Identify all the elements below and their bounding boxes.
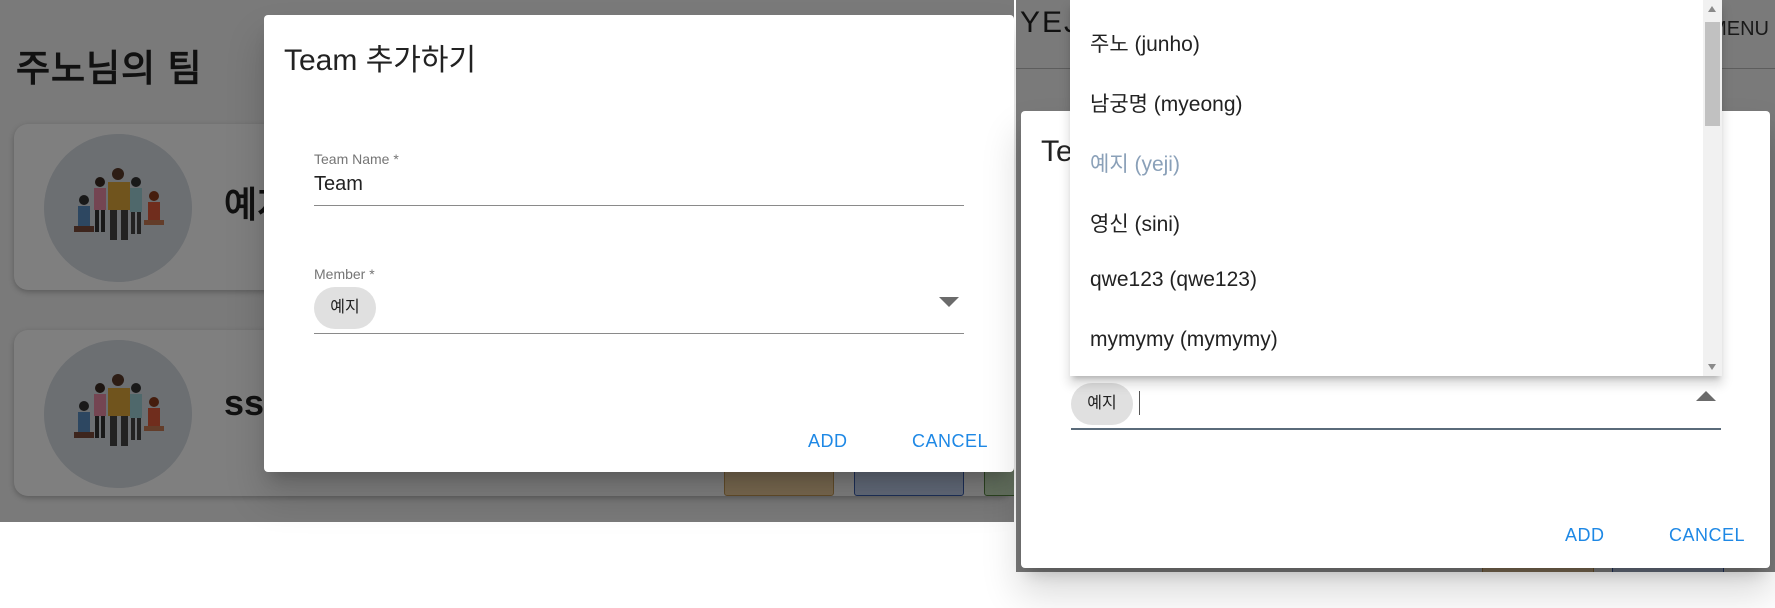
member-options-listbox[interactable]: 주노 (junho) 남궁명 (myeong) 예지 (yeji) 영신 (si… [1070,0,1722,376]
member-select[interactable] [1071,428,1721,430]
add-button[interactable]: ADD [808,431,848,452]
text-cursor [1139,391,1140,415]
option-item[interactable]: mymymy (mymymy) [1090,328,1278,352]
scroll-down-icon[interactable] [1708,364,1716,370]
member-chip[interactable]: 예지 [1071,383,1133,425]
cancel-button[interactable]: CANCEL [912,431,988,452]
option-item-selected[interactable]: 예지 (yeji) [1090,148,1180,178]
option-item[interactable]: 주노 (junho) [1090,28,1200,58]
member-label: Member * [314,266,375,282]
option-item[interactable]: qwe123 (qwe123) [1090,268,1257,292]
add-team-dialog: Team 추가하기 Team Name * Team Member * 예지 A… [264,15,1014,472]
team-name-label: Team Name * [314,151,399,167]
option-item[interactable]: 남궁명 (myeong) [1090,88,1243,118]
team-name-underline [314,205,964,206]
dialog-title: Te [1041,135,1073,168]
scroll-up-icon[interactable] [1708,6,1716,12]
option-item[interactable]: 영신 (sini) [1090,208,1180,238]
listbox-scrollbar[interactable] [1703,0,1722,376]
scroll-thumb[interactable] [1705,22,1720,126]
member-chip[interactable]: 예지 [314,287,376,329]
add-button[interactable]: ADD [1565,525,1605,546]
team-name-input[interactable]: Team [314,173,363,196]
dropdown-arrow-icon[interactable] [939,297,959,307]
dialog-title: Team 추가하기 [284,44,477,77]
member-select[interactable] [314,333,964,334]
dropdown-arrow-icon[interactable] [1696,391,1716,401]
cancel-button[interactable]: CANCEL [1669,525,1745,546]
